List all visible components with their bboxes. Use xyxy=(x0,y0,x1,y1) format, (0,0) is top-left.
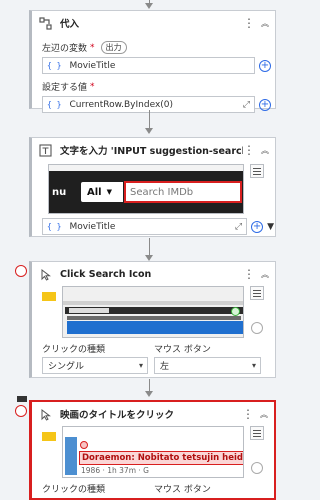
add-text-button[interactable]: + xyxy=(251,220,264,233)
type-into-activity-card[interactable]: 文字を入力 'INPUT suggestion-search' ⋮ ︽ nu A… xyxy=(29,137,276,237)
target-screenshot[interactable]: nu All ▼ Search IMDb xyxy=(48,164,244,214)
target-screenshot[interactable]: Doraemon: Nobitato tetsujin heidan 1986 … xyxy=(62,426,244,478)
thumb-movie-title: Doraemon: Nobitato tetsujin heidan xyxy=(79,451,243,465)
bookmark-flag-icon xyxy=(17,396,27,402)
mouse-button-label: マウス ボタン xyxy=(154,345,211,355)
collapse-icon[interactable]: ︽ xyxy=(258,409,270,420)
mouse-button-value: 左 xyxy=(160,362,170,372)
click-search-card-title: Click Search Icon xyxy=(60,268,152,280)
mouse-button-label: マウス ボタン xyxy=(154,485,211,495)
imdb-logo-icon xyxy=(42,292,56,301)
value-input-text: CurrentRow.ByIndex(0) xyxy=(69,99,174,110)
more-options-icon[interactable]: ⋮ xyxy=(242,408,254,420)
click-type-select[interactable]: シングル ▾ xyxy=(42,357,148,374)
connector-2 xyxy=(149,238,150,255)
output-badge: 出力 xyxy=(100,41,127,54)
click-type-value: シングル xyxy=(48,362,85,372)
type-into-card-header[interactable]: 文字を入力 'INPUT suggestion-search' ⋮ ︽ xyxy=(32,138,275,162)
assign-icon xyxy=(38,16,52,30)
thumb-all-dropdown: All ▼ xyxy=(81,182,123,202)
connector-1 xyxy=(149,110,150,128)
required-marker: * xyxy=(90,81,95,92)
chevron-down-icon: ▾ xyxy=(251,361,256,370)
left-variable-value: MovieTitle xyxy=(69,60,116,71)
target-indicator-icon[interactable] xyxy=(251,322,263,334)
click-search-card-header[interactable]: Click Search Icon ⋮ ︽ xyxy=(32,262,275,286)
click-title-activity-card[interactable]: 映画のタイトルをクリック ⋮ ︽ Doraemon: Nobitato tets… xyxy=(29,400,276,500)
type-into-card-title: 文字を入力 'INPUT suggestion-search' xyxy=(60,146,243,157)
assign-activity-card[interactable]: 代入 ⋮ ︽ 左辺の変数 * 出力 { } MovieTitle + 設定する値… xyxy=(29,10,276,113)
assign-card-title: 代入 xyxy=(60,19,80,30)
expand-editor-icon[interactable]: ⤢ xyxy=(243,100,250,110)
collapse-icon[interactable]: ︽ xyxy=(259,145,271,156)
more-options-icon[interactable]: ⋮ xyxy=(243,17,255,29)
breakpoint-indicator[interactable] xyxy=(15,405,27,417)
click-type-label: クリックの種類 xyxy=(42,345,106,355)
add-variable-button[interactable]: + xyxy=(259,59,271,72)
type-text-input[interactable]: { } MovieTitle ⤢ xyxy=(42,218,248,235)
click-title-card-title: 映画のタイトルをクリック xyxy=(60,410,175,421)
value-label-row: 設定する値 * xyxy=(32,80,275,94)
more-options-icon[interactable]: ⋮ xyxy=(243,268,255,280)
type-text-value: MovieTitle xyxy=(69,221,116,232)
connector-arrow xyxy=(145,391,153,397)
mouse-button-select[interactable]: 左 ▾ xyxy=(154,357,261,374)
variable-icon: { } xyxy=(47,222,62,231)
target-menu-button[interactable] xyxy=(250,286,264,300)
connector-arrow xyxy=(145,3,153,9)
expand-editor-icon[interactable]: ⤢ xyxy=(235,222,242,232)
thumb-movie-meta: 1986 · 1h 37m · G xyxy=(81,466,149,475)
click-search-activity-card[interactable]: Click Search Icon ⋮ ︽ クリックの種類 マウス ボタン シン… xyxy=(29,261,276,378)
target-indicator-icon[interactable] xyxy=(251,462,263,474)
click-title-card-header[interactable]: 映画のタイトルをクリック ⋮ ︽ xyxy=(32,402,274,426)
variable-icon: { } xyxy=(47,100,62,109)
left-variable-label: 左辺の変数 xyxy=(42,44,88,54)
target-menu-button[interactable] xyxy=(250,164,264,178)
type-into-icon xyxy=(38,143,52,157)
variable-icon: { } xyxy=(47,61,62,70)
thumb-search-box: Search IMDb xyxy=(124,181,242,203)
assign-card-header[interactable]: 代入 ⋮ ︽ xyxy=(32,11,275,35)
click-icon xyxy=(38,407,52,421)
click-icon xyxy=(38,267,52,281)
text-options-dropdown[interactable]: ▼ xyxy=(267,222,274,232)
click-type-label: クリックの種類 xyxy=(42,485,106,495)
left-variable-input[interactable]: { } MovieTitle xyxy=(42,57,255,74)
collapse-icon[interactable]: ︽ xyxy=(259,18,271,29)
breakpoint-indicator[interactable] xyxy=(15,265,27,277)
collapse-icon[interactable]: ︽ xyxy=(259,269,271,280)
imdb-logo-icon xyxy=(42,432,56,441)
chevron-down-icon: ▾ xyxy=(138,361,143,370)
more-options-icon[interactable]: ⋮ xyxy=(243,144,255,156)
thumb-nu-text: nu xyxy=(52,187,67,198)
value-label: 設定する値 xyxy=(42,83,88,93)
thumb-all-text: All xyxy=(87,186,102,198)
add-value-button[interactable]: + xyxy=(259,98,271,111)
target-screenshot[interactable] xyxy=(62,286,244,338)
connector-arrow xyxy=(145,128,153,134)
left-variable-label-row: 左辺の変数 * 出力 xyxy=(32,41,275,54)
target-menu-button[interactable] xyxy=(250,426,264,440)
required-marker: * xyxy=(90,42,95,53)
